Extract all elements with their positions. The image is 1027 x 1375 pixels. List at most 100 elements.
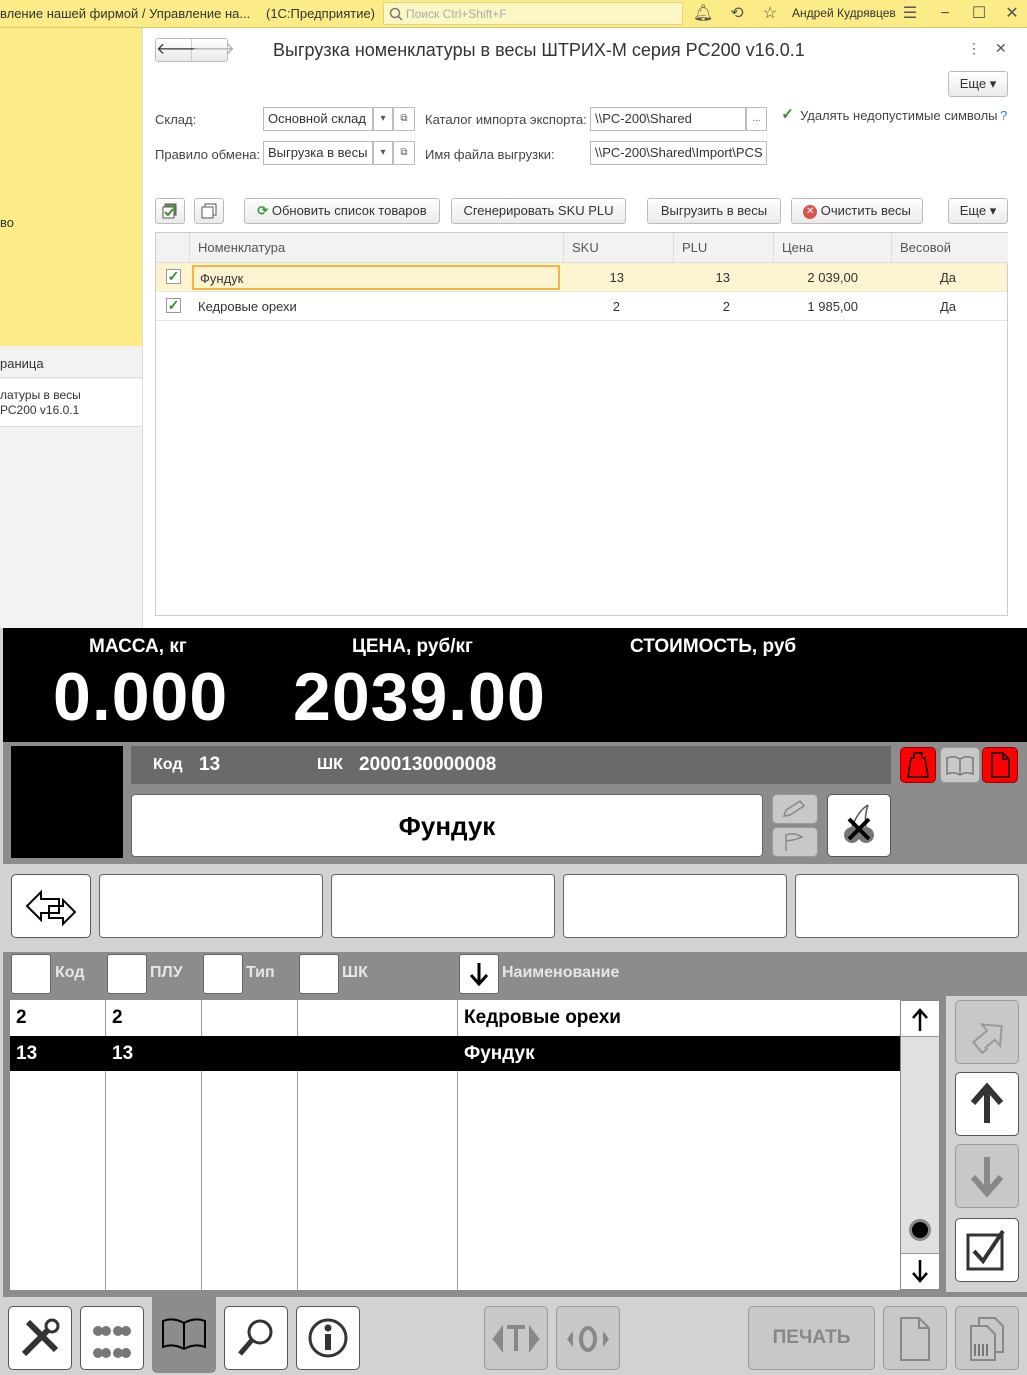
tare-icon[interactable] [484, 1306, 548, 1370]
document-icon[interactable] [982, 747, 1018, 783]
sort-type-checkbox[interactable] [203, 954, 243, 994]
column-sku[interactable]: SKU [564, 233, 674, 263]
remove-invalid-label: Удалять недопустимые символы [800, 108, 998, 123]
warehouse-label: Склад: [155, 112, 197, 127]
swap-arrows-icon[interactable] [11, 874, 91, 938]
search-icon[interactable] [224, 1306, 288, 1370]
row-checkbox[interactable]: ✓ [166, 298, 181, 313]
catalog-book-icon[interactable] [152, 1297, 216, 1373]
table-row[interactable]: ✓ Фундук 13 13 2 039,00 Да [156, 263, 1007, 292]
category-button-2[interactable] [331, 874, 555, 938]
cell-sku[interactable]: 13 [564, 263, 624, 292]
forward-arrow-icon[interactable]: 🡒 [192, 39, 235, 61]
category-button-3[interactable] [563, 874, 787, 938]
history-icon[interactable]: ⟲ [727, 4, 747, 24]
minimize-icon[interactable]: − [935, 4, 955, 24]
scroll-down-icon[interactable] [901, 1253, 939, 1289]
book-icon[interactable] [940, 747, 980, 783]
cell-sku[interactable]: 2 [564, 292, 620, 321]
uncheck-all-icon[interactable] [194, 198, 224, 224]
generate-sku-plu-button[interactable]: Сгенерировать SKU PLU [451, 198, 626, 224]
user-name[interactable]: Андрей Кудрявцев [792, 6, 896, 20]
remove-invalid-checkbox[interactable]: ✓ [780, 107, 795, 123]
info-icon[interactable] [296, 1306, 360, 1370]
cell-name[interactable]: Кедровые орехи [198, 292, 297, 321]
menu-icon[interactable]: ☰ [900, 4, 920, 24]
close-window-icon[interactable]: ✕ [1002, 4, 1022, 24]
left-sidebar: во [0, 28, 143, 346]
scale-display: МАССА, кг 0.000 ЦЕНА, руб/кг 2039.00 СТО… [3, 628, 1027, 742]
more-actions-icon[interactable]: ⋮ [967, 40, 981, 57]
check-all-icon[interactable] [155, 198, 185, 224]
scale-main: Код 13 ШК 2000130000008 Фундук Код ПЛУ Т… [3, 742, 1027, 1375]
tools-icon[interactable] [8, 1306, 72, 1370]
list-header-name: Наименование [502, 964, 620, 981]
sort-barcode-checkbox[interactable] [299, 954, 339, 994]
cell-name[interactable]: Фундук [192, 265, 560, 290]
exchange-rule-field[interactable]: Выгрузка в весы [263, 141, 373, 165]
arrow-down-icon[interactable] [955, 1144, 1019, 1208]
list-item-selected[interactable]: 13 13 Фундук [10, 1036, 900, 1071]
column-weight[interactable]: Весовой [892, 233, 1008, 263]
global-search-input[interactable]: Поиск Ctrl+Shift+F [383, 2, 683, 25]
edit-pencil-icon[interactable] [772, 794, 818, 824]
cell-price[interactable]: 2 039,00 [774, 263, 858, 292]
list-item-name: Кедровые орехи [464, 1007, 621, 1028]
catalog-field[interactable]: \\PC-200\Shared [590, 107, 746, 131]
cell-plu[interactable]: 2 [674, 292, 730, 321]
category-button-4[interactable] [795, 874, 1019, 938]
list-item[interactable]: 2 2 Кедровые орехи [10, 1000, 900, 1035]
sort-code-checkbox[interactable] [11, 954, 51, 994]
sort-name-checkbox[interactable] [459, 954, 499, 994]
table-more-button[interactable]: Еще ▾ [948, 198, 1008, 224]
star-icon[interactable]: ☆ [760, 4, 780, 24]
zero-icon[interactable] [556, 1306, 620, 1370]
help-icon[interactable]: ? [1000, 108, 1007, 123]
row-checkbox[interactable]: ✓ [166, 269, 181, 284]
remove-product-icon[interactable] [827, 794, 891, 857]
list-item-name: Фундук [464, 1043, 535, 1064]
open-window-item[interactable]: латуры в весы РС200 v16.0.1 [0, 379, 142, 427]
browse-button[interactable]: ... [746, 107, 767, 131]
column-plu[interactable]: PLU [674, 233, 774, 263]
category-button-1[interactable] [99, 874, 323, 938]
weight-icon[interactable] [900, 747, 936, 783]
bell-icon[interactable]: 🔔︎ [693, 4, 713, 24]
products-icon[interactable] [80, 1306, 144, 1370]
product-image [11, 746, 123, 858]
open-icon[interactable]: ⧉ [393, 141, 415, 165]
scroll-up-icon[interactable] [901, 1001, 939, 1037]
close-form-icon[interactable]: ✕ [995, 40, 1007, 57]
open-icon[interactable]: ⧉ [393, 107, 415, 131]
cell-plu[interactable]: 13 [674, 263, 730, 292]
confirm-checkbox-icon[interactable] [955, 1218, 1019, 1282]
cell-weight[interactable]: Да [892, 292, 956, 321]
list-scrollbar[interactable] [900, 1000, 940, 1290]
arrow-up-icon[interactable] [955, 1072, 1019, 1136]
table-row[interactable]: ✓ Кедровые орехи 2 2 1 985,00 Да [156, 292, 1007, 321]
filename-field[interactable]: \\PC-200\Shared\Import\PCS [590, 141, 767, 165]
upload-to-scale-button[interactable]: Выгрузить в весы [647, 198, 781, 224]
chevron-down-icon[interactable]: ▾ [373, 141, 393, 165]
chevron-down-icon[interactable]: ▾ [373, 107, 393, 131]
column-name[interactable]: Номенклатура [190, 233, 564, 263]
cell-price[interactable]: 1 985,00 [774, 292, 858, 321]
column-price[interactable]: Цена [774, 233, 892, 263]
page-up-icon[interactable] [955, 1000, 1019, 1064]
page-icon[interactable] [883, 1306, 947, 1370]
cost-label: СТОИМОСТЬ, руб [630, 636, 797, 657]
sort-plu-checkbox[interactable] [107, 954, 147, 994]
pages-barcode-icon[interactable] [955, 1306, 1019, 1370]
warehouse-field[interactable]: Основной склад [263, 107, 373, 131]
sidebar-item-partial[interactable]: во [0, 215, 14, 230]
maximize-icon[interactable]: ☐ [969, 4, 989, 24]
price-label: ЦЕНА, руб/кг [352, 636, 473, 657]
print-button[interactable]: ПЕЧАТЬ [748, 1306, 875, 1370]
refresh-list-button[interactable]: ⟳ Обновить список товаров [244, 198, 440, 224]
flag-icon[interactable] [772, 827, 818, 857]
back-arrow-icon[interactable]: 🡐 [156, 39, 199, 61]
cell-weight[interactable]: Да [892, 263, 956, 292]
scroll-thumb[interactable] [909, 1219, 931, 1241]
clear-scale-button[interactable]: ✕ Очистить весы [791, 198, 923, 224]
form-more-button[interactable]: Еще ▾ [948, 71, 1008, 97]
